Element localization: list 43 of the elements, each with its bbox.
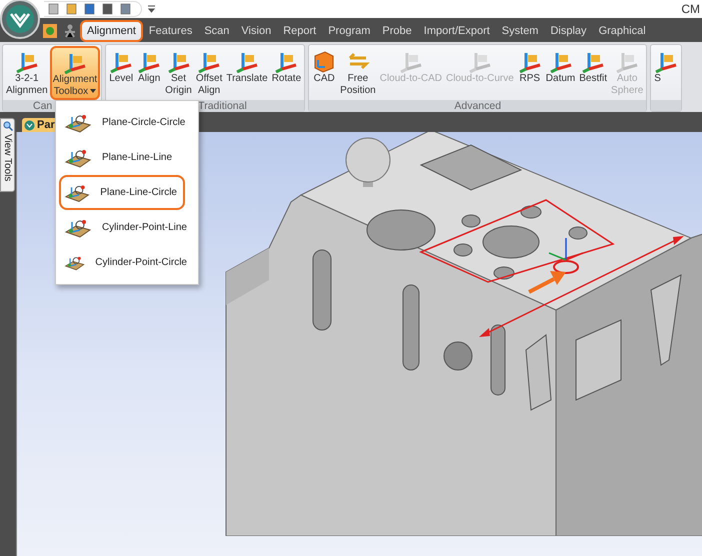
search-icon (2, 121, 12, 131)
selected-circle (553, 260, 579, 274)
ribbon-button[interactable]: Datum (544, 46, 578, 100)
ribbon-tab[interactable]: Program (322, 20, 376, 42)
axis-triad-icon (548, 238, 584, 261)
ribbon-tab[interactable]: Import/Export (418, 20, 496, 42)
toolbar-icon[interactable] (102, 3, 113, 15)
ribbon-tab[interactable]: Report (277, 20, 322, 42)
pointer-arrow (528, 271, 566, 294)
ribbon-tab[interactable]: System (496, 20, 544, 42)
ribbon-button[interactable]: Bestfit (577, 46, 610, 100)
app-logo[interactable] (0, 0, 42, 40)
ribbon-button[interactable]: Align (135, 46, 164, 100)
ribbon-button[interactable]: Set Origin (163, 46, 194, 100)
toolbar-icon[interactable] (120, 3, 131, 15)
side-tab[interactable]: View Tools (0, 118, 15, 192)
ribbon-button[interactable]: Offset Align (194, 46, 224, 100)
ribbon-button[interactable]: Free Position (338, 46, 378, 100)
customize-icon[interactable] (148, 5, 155, 13)
toolbar-icon[interactable] (84, 3, 95, 15)
menu-item[interactable]: Plane-Line-Circle (59, 175, 185, 210)
ribbon-button[interactable]: Rotate (270, 46, 304, 100)
ribbon-button[interactable]: Translate (224, 46, 270, 100)
ribbon-button[interactable]: 3-2-1 Alignmen (4, 46, 50, 100)
group-label: Advanced (309, 100, 646, 112)
window-title: CM (681, 2, 700, 16)
ribbon-button[interactable]: RPS (516, 46, 544, 100)
ribbon-tab[interactable]: Vision (235, 20, 278, 42)
toolbar-icon[interactable] (66, 3, 77, 15)
ribbon-button[interactable]: S (652, 46, 680, 100)
figure-icon[interactable] (63, 24, 77, 38)
toolbar-icon[interactable] (48, 3, 59, 15)
ribbon-tab[interactable]: Scan (198, 20, 236, 42)
ribbon-tab[interactable]: Alignment (80, 20, 143, 42)
ribbon-tab[interactable]: Display (544, 20, 593, 42)
app-logo-icon (24, 120, 35, 130)
cube-icon (312, 49, 336, 73)
ribbon-button[interactable]: CAD (310, 46, 338, 100)
ribbon-button[interactable]: Level (107, 46, 136, 100)
ribbon-tab[interactable]: Features (142, 20, 198, 42)
ribbon-button[interactable]: Alignment Toolbox (50, 46, 100, 100)
ribbon-tab[interactable]: Probe (376, 20, 418, 42)
ribbon-tab[interactable]: Graphical (592, 20, 652, 42)
